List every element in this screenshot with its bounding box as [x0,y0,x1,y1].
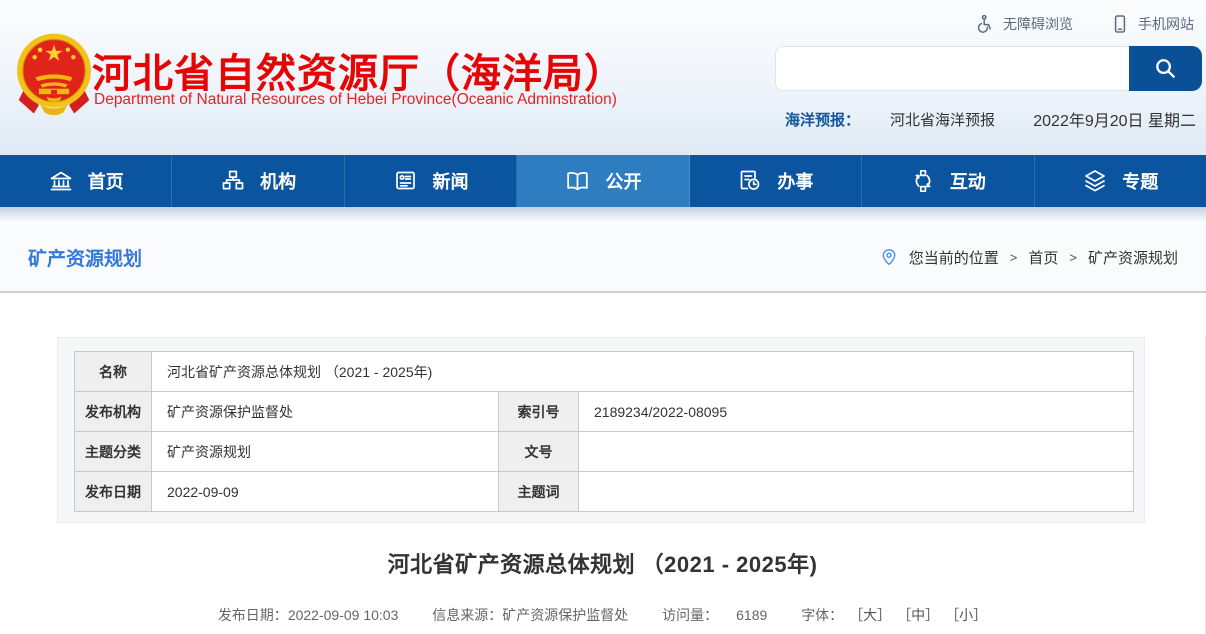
nav-item-interaction[interactable]: 互动 [862,155,1034,207]
forecast-link[interactable]: 河北省海洋预报 [890,109,995,130]
main-content: 名称 河北省矿产资源总体规划 （2021 - 2025年) 发布机构 矿产资源保… [0,337,1206,634]
keywords-value [579,472,1134,512]
search-button[interactable] [1129,46,1202,91]
article-meta: 发布日期：2022-09-09 10:03 信息来源：矿产资源保护监督处 访问量… [0,605,1205,625]
layers-icon [1082,168,1108,194]
bank-icon [48,168,74,194]
breadcrumb-separator: > [1010,250,1018,265]
nav-item-org[interactable]: 机构 [172,155,344,207]
breadcrumb-separator: > [1069,250,1077,265]
phone-icon [1111,14,1129,34]
nav-label: 新闻 [433,168,469,194]
accessibility-link[interactable]: 无障碍浏览 [974,14,1073,34]
site-subtitle-en: Department of Natural Resources of Hebei… [94,91,617,109]
nav-label: 办事 [777,168,813,194]
site-search [775,46,1202,91]
font-small-button[interactable]: ［小］ [952,607,987,623]
doc-clock-icon [737,168,763,194]
font-medium-button[interactable]: ［中］ [904,607,939,623]
font-large-button[interactable]: ［大］ [856,607,891,623]
forecast-label: 海洋预报： [785,109,860,130]
utility-links: 无障碍浏览 手机网站 [974,14,1194,34]
source-label: 信息来源： [432,607,502,623]
main-nav: 首页 机构 新闻 [0,155,1206,207]
index-value: 2189234/2022-08095 [579,392,1134,432]
org-label: 发布机构 [75,392,152,432]
page-title: 矿产资源规划 [28,244,142,271]
publish-date-label: 发布日期： [218,607,288,623]
national-emblem-logo [12,31,96,117]
org-value: 矿产资源保护监督处 [152,392,499,432]
pubdate-label: 发布日期 [75,472,152,512]
table-row: 主题分类 矿产资源规划 文号 [75,432,1134,472]
nav-label: 互动 [950,168,986,194]
nav-shadow [0,207,1206,223]
mobile-site-link[interactable]: 手机网站 [1111,14,1194,34]
cycle-icon [910,168,936,194]
nav-item-news[interactable]: 新闻 [345,155,517,207]
breadcrumb-current: 矿产资源规划 [1088,247,1178,268]
open-book-icon [564,168,591,195]
font-size-label: 字体： [801,607,843,623]
nav-label: 公开 [605,168,641,194]
nav-label: 首页 [88,168,124,194]
location-pin-icon [880,248,898,266]
docnum-value [579,432,1134,472]
location-label: 您当前的位置 [909,247,999,268]
table-row: 发布日期 2022-09-09 主题词 [75,472,1134,512]
breadcrumb-bar: 矿产资源规划 您当前的位置 > 首页 > 矿产资源规划 [0,223,1206,293]
org-chart-icon [220,168,246,194]
name-label: 名称 [75,352,152,392]
search-icon [1152,55,1179,82]
nav-item-home[interactable]: 首页 [0,155,172,207]
breadcrumb: 您当前的位置 > 首页 > 矿产资源规划 [880,247,1178,268]
ocean-forecast-row: 海洋预报： 河北省海洋预报 2022年9月20日 星期二 [785,107,1196,131]
pubdate-value: 2022-09-09 [152,472,499,512]
news-icon [393,168,419,194]
mobile-site-label: 手机网站 [1138,14,1194,34]
nav-label: 专题 [1122,168,1158,194]
nav-label: 机构 [260,168,296,194]
document-info-table: 名称 河北省矿产资源总体规划 （2021 - 2025年) 发布机构 矿产资源保… [74,351,1134,512]
publish-date-value: 2022-09-09 10:03 [288,607,399,623]
visits-label: 访问量： [662,607,718,623]
docnum-label: 文号 [499,432,579,472]
search-input[interactable] [775,46,1129,91]
name-value: 河北省矿产资源总体规划 （2021 - 2025年) [152,352,1134,392]
category-value: 矿产资源规划 [152,432,499,472]
table-row: 名称 河北省矿产资源总体规划 （2021 - 2025年) [75,352,1134,392]
category-label: 主题分类 [75,432,152,472]
current-date: 2022年9月20日 星期二 [1033,107,1196,131]
breadcrumb-home-link[interactable]: 首页 [1028,247,1058,268]
wheelchair-icon [974,14,994,34]
index-label: 索引号 [499,392,579,432]
table-row: 发布机构 矿产资源保护监督处 索引号 2189234/2022-08095 [75,392,1134,432]
source-value: 矿产资源保护监督处 [502,607,628,623]
article-title: 河北省矿产资源总体规划 （2021 - 2025年) [0,547,1205,579]
accessibility-label: 无障碍浏览 [1003,14,1073,34]
nav-item-services[interactable]: 办事 [690,155,862,207]
keywords-label: 主题词 [499,472,579,512]
site-header: 无障碍浏览 手机网站 [0,0,1206,155]
document-info-panel: 名称 河北省矿产资源总体规划 （2021 - 2025年) 发布机构 矿产资源保… [57,337,1145,523]
visits-value: 6189 [736,607,767,623]
nav-item-topics[interactable]: 专题 [1035,155,1206,207]
nav-item-public[interactable]: 公开 [517,155,689,207]
